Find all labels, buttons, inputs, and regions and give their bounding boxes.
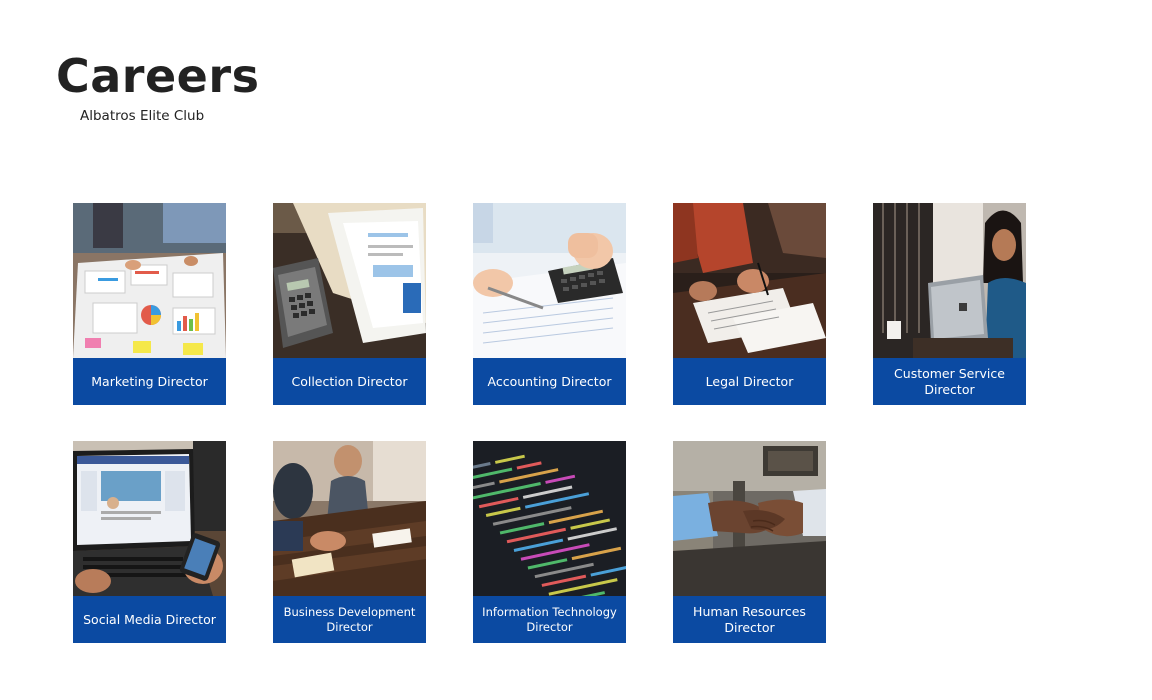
page-subtitle: Albatros Elite Club	[80, 108, 205, 124]
handshake-photo	[673, 441, 826, 596]
marketing-charts-photo	[73, 203, 226, 358]
laptop-social-media-photo	[73, 441, 226, 596]
career-card-label: Information Technology Director	[473, 596, 626, 643]
career-card-collection[interactable]: Collection Director	[273, 203, 426, 405]
page-header: Careers Albatros Elite Club	[56, 48, 259, 124]
woman-laptop-photo	[873, 203, 1026, 358]
career-card-business-development[interactable]: Business Development Director	[273, 441, 426, 643]
career-card-label: Marketing Director	[73, 358, 226, 405]
career-card-label: Collection Director	[273, 358, 426, 405]
career-card-legal[interactable]: Legal Director	[673, 203, 826, 405]
career-card-label: Legal Director	[673, 358, 826, 405]
invoice-calculator-photo	[273, 203, 426, 358]
career-card-social-media[interactable]: Social Media Director	[73, 441, 226, 643]
career-card-information-technology[interactable]: Information Technology Director	[473, 441, 626, 643]
career-card-label: Customer Service Director	[873, 358, 1026, 405]
careers-page: Careers Albatros Elite Club Marketing Di…	[0, 0, 1152, 700]
career-card-customer-service[interactable]: Customer Service Director	[873, 203, 1026, 405]
career-card-marketing[interactable]: Marketing Director	[73, 203, 226, 405]
career-card-accounting[interactable]: Accounting Director	[473, 203, 626, 405]
meeting-table-photo	[273, 441, 426, 596]
code-screen-photo	[473, 441, 626, 596]
career-card-label: Business Development Director	[273, 596, 426, 643]
page-title: Careers	[56, 49, 260, 103]
signing-documents-photo	[673, 203, 826, 358]
career-card-label: Accounting Director	[473, 358, 626, 405]
career-card-label: Human Resources Director	[673, 596, 826, 643]
career-cards-grid: Marketing Director Collection Director A…	[73, 203, 1026, 643]
calculator-accounting-photo	[473, 203, 626, 358]
career-card-label: Social Media Director	[73, 596, 226, 643]
career-card-human-resources[interactable]: Human Resources Director	[673, 441, 826, 643]
